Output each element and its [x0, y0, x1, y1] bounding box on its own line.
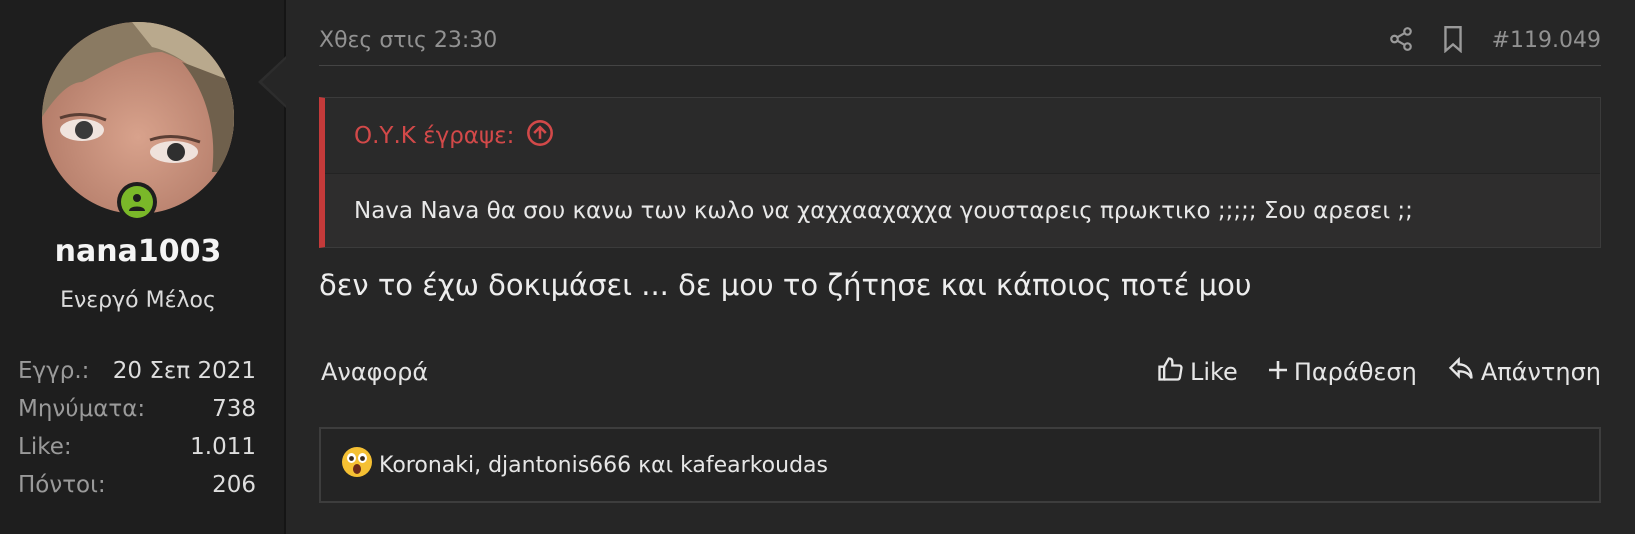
- reply-icon: [1447, 355, 1475, 389]
- bookmark-icon[interactable]: [1440, 25, 1466, 57]
- post-date[interactable]: Χθες στις 23:30: [319, 28, 1388, 53]
- online-indicator: [117, 182, 157, 222]
- stat-value: 20 Σεπ 2021: [112, 358, 256, 384]
- report-button[interactable]: Αναφορά: [319, 358, 1126, 386]
- post-header: Χθες στις 23:30 #119.049: [319, 20, 1601, 66]
- quote-label: Παράθεση: [1293, 358, 1417, 386]
- user-stats: Εγγρ.: 20 Σεπ 2021 Μηνύματα: 738 Like: 1…: [18, 352, 256, 504]
- stat-value[interactable]: 206: [212, 472, 256, 498]
- plus-icon: [1268, 358, 1288, 386]
- post-pointer-arrow-inner: [262, 58, 287, 106]
- quote-text: Nava Nava θα σου κανω των κωλο να χαχχαα…: [325, 174, 1600, 247]
- stat-row: Μηνύματα: 738: [18, 390, 256, 428]
- stat-label: Πόντοι:: [18, 472, 106, 498]
- reactions-bar[interactable]: Koronaki, djantonis666 και kafearkoudas: [319, 427, 1601, 503]
- thumbs-up-icon: [1156, 355, 1184, 389]
- wow-emoji-icon[interactable]: [341, 446, 373, 484]
- user-icon: [129, 194, 145, 211]
- arrow-up-circle-icon[interactable]: [526, 119, 554, 153]
- stat-label: Like:: [18, 434, 72, 460]
- stat-value: 1.011: [190, 434, 256, 460]
- stat-label: Μηνύματα:: [18, 396, 146, 422]
- reply-label: Απάντηση: [1480, 358, 1601, 386]
- username[interactable]: nana1003: [0, 234, 276, 269]
- user-title: Ενεργό Μέλος: [60, 288, 216, 313]
- reactions-users[interactable]: Koronaki, djantonis666 και kafearkoudas: [379, 453, 828, 478]
- stat-label: Εγγρ.:: [18, 358, 90, 384]
- stat-row: Πόντοι: 206: [18, 466, 256, 504]
- stat-value[interactable]: 738: [212, 396, 256, 422]
- share-icon[interactable]: [1388, 26, 1414, 56]
- stat-row: Like: 1.011: [18, 428, 256, 466]
- quote-block: Ο.Υ.Κ έγραψε: Nava Nava θα σου κανω των …: [319, 97, 1601, 248]
- like-label: Like: [1189, 358, 1238, 386]
- reply-button[interactable]: Απάντηση: [1447, 355, 1601, 389]
- user-sidebar: nana1003 Ενεργό Μέλος Εγγρ.: 20 Σεπ 2021…: [0, 0, 286, 534]
- stat-row: Εγγρ.: 20 Σεπ 2021: [18, 352, 256, 390]
- quote-button[interactable]: Παράθεση: [1268, 358, 1417, 386]
- quote-author[interactable]: Ο.Υ.Κ έγραψε:: [354, 123, 514, 149]
- like-button[interactable]: Like: [1156, 355, 1238, 389]
- quote-header[interactable]: Ο.Υ.Κ έγραψε:: [325, 98, 1600, 174]
- post-actions: Αναφορά Like Παράθεση Απάντηση: [319, 352, 1601, 392]
- post-message: δεν το έχω δοκιμάσει ... δε μου το ζήτησ…: [319, 268, 1252, 302]
- post-number[interactable]: #119.049: [1492, 28, 1601, 53]
